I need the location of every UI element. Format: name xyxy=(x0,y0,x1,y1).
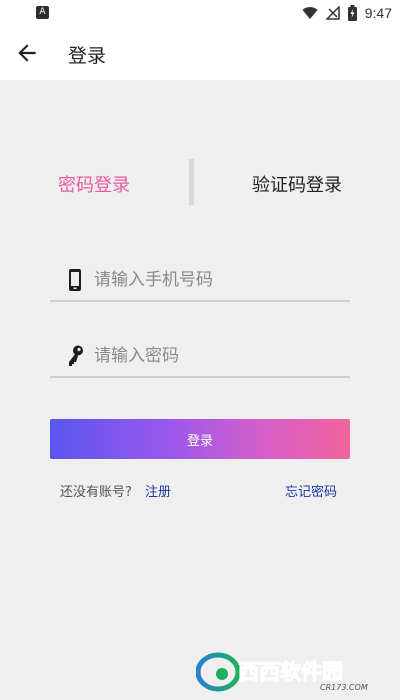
back-arrow-icon[interactable] xyxy=(14,40,40,66)
battery-icon xyxy=(347,5,357,21)
watermark-logo: 西西软件园 CR173.COM xyxy=(196,652,368,692)
status-bar: A 9:47 xyxy=(0,0,400,26)
page-title: 登录 xyxy=(68,45,107,67)
password-field-row xyxy=(50,338,350,378)
tab-divider xyxy=(189,159,194,205)
phone-icon xyxy=(69,269,81,291)
register-link[interactable]: 注册 xyxy=(145,481,171,500)
watermark-site: CR173.COM xyxy=(320,683,368,692)
status-time: 9:47 xyxy=(364,5,392,21)
no-account-text: 还没有账号? xyxy=(60,485,132,500)
phone-input[interactable] xyxy=(94,264,344,296)
password-input[interactable] xyxy=(94,340,344,372)
app-bar: 登录 xyxy=(0,26,400,80)
login-button[interactable]: 登录 xyxy=(50,419,350,459)
forgot-password-link[interactable]: 忘记密码 xyxy=(285,481,337,500)
app-notification-icon: A xyxy=(36,6,49,19)
tab-code-login[interactable]: 验证码登录 xyxy=(252,171,342,197)
status-icons: 9:47 xyxy=(302,4,392,22)
watermark-name: 西西软件园 xyxy=(238,660,343,684)
wifi-icon xyxy=(302,7,318,20)
phone-field-row xyxy=(50,262,350,302)
key-icon xyxy=(69,345,83,366)
signal-icon xyxy=(325,6,340,20)
tab-password-login[interactable]: 密码登录 xyxy=(58,171,130,197)
